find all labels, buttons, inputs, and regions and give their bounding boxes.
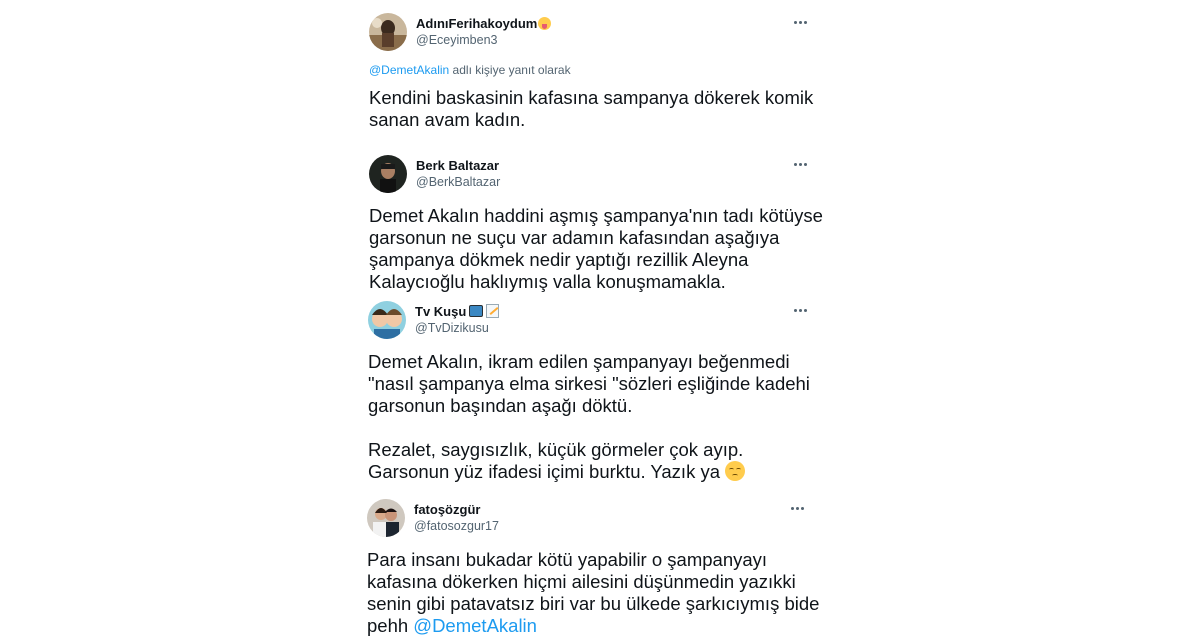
- memo-emoji-icon: [486, 304, 500, 318]
- more-dots-icon[interactable]: [793, 13, 811, 31]
- display-name[interactable]: Berk Baltazar: [416, 158, 499, 173]
- reply-suffix: adlı kişiye yanıt olarak: [449, 63, 571, 77]
- handle[interactable]: @BerkBaltazar: [416, 175, 500, 189]
- more-dots-icon[interactable]: [793, 155, 811, 173]
- tweet-text: Para insanı bukadar kötü yapabilir o şam…: [367, 549, 827, 637]
- tweet: AdınıFerihakoydum @Eceyimben3 @DemetAkal…: [369, 13, 839, 133]
- handle[interactable]: @fatosozgur17: [414, 519, 499, 533]
- display-name[interactable]: fatoşözgür: [414, 502, 480, 517]
- mention-link[interactable]: @DemetAkalin: [413, 615, 537, 636]
- more-dots-icon[interactable]: [793, 301, 811, 319]
- tv-emoji-icon: [469, 305, 484, 317]
- avatar[interactable]: [368, 301, 406, 339]
- reply-context: @DemetAkalin adlı kişiye yanıt olarak: [369, 63, 571, 77]
- display-name[interactable]: Tv Kuşu: [415, 304, 500, 319]
- tweet-text: Kendini baskasinin kafasına sampanya dök…: [369, 87, 814, 130]
- reply-mention-link[interactable]: @DemetAkalin: [369, 63, 449, 77]
- avatar[interactable]: [369, 13, 407, 51]
- avatar[interactable]: [367, 499, 405, 537]
- tweet: fatoşözgür @fatosozgur17 Para insanı buk…: [367, 499, 837, 636]
- tweet: Tv Kuşu @TvDizikusu Demet Akalın, ikram …: [368, 301, 838, 486]
- handle[interactable]: @Eceyimben3: [416, 33, 497, 47]
- tongue-wink-emoji-icon: [538, 17, 552, 30]
- pensive-face-emoji-icon: [725, 461, 746, 481]
- tweet: Berk Baltazar @BerkBaltazar Demet Akalın…: [369, 155, 839, 295]
- tweet-text: Demet Akalın, ikram edilen şampanyayı be…: [368, 351, 828, 483]
- more-dots-icon[interactable]: [790, 499, 808, 517]
- tweet-text-body: Demet Akalın, ikram edilen şampanyayı be…: [368, 351, 810, 482]
- handle[interactable]: @TvDizikusu: [415, 321, 489, 335]
- avatar[interactable]: [369, 155, 407, 193]
- display-name[interactable]: AdınıFerihakoydum: [416, 16, 552, 31]
- tweet-text: Demet Akalın haddini aşmış şampanya'nın …: [369, 205, 823, 292]
